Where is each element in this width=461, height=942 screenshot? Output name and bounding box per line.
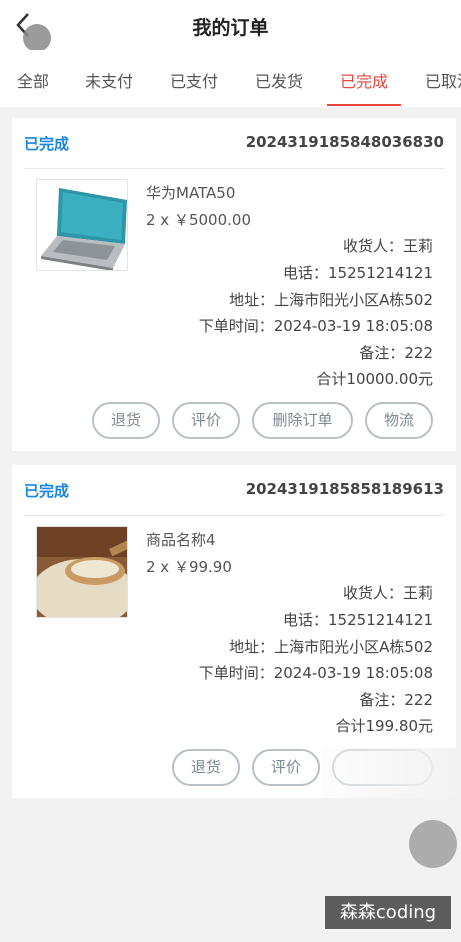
overlay-blur — [322, 748, 461, 808]
order-number: 2024319185858189613 — [245, 480, 444, 498]
rice-image — [37, 527, 127, 617]
receiver-name: 收货人：王莉 — [342, 237, 433, 255]
product-image-rice[interactable] — [36, 526, 128, 618]
review-button[interactable]: 评价 — [172, 402, 240, 439]
order-remark: 备注：222 — [359, 344, 433, 362]
receiver-name: 收货人：王莉 — [342, 584, 433, 602]
receiver-phone: 电话：15251214121 — [283, 611, 433, 629]
divider — [24, 515, 444, 516]
order-status: 已完成 — [24, 482, 70, 500]
review-button[interactable]: 评价 — [252, 749, 320, 786]
tab-all[interactable]: 全部 — [17, 68, 49, 92]
logistics-button[interactable]: 物流 — [365, 402, 433, 439]
header-bar: 我的订单 — [0, 0, 461, 52]
delete-order-button[interactable]: 删除订单 — [252, 402, 353, 439]
product-name: 商品名称4 — [146, 531, 216, 549]
order-status: 已完成 — [24, 135, 70, 153]
page-title: 我的订单 — [192, 17, 269, 39]
order-time: 下单时间：2024-03-19 18:05:08 — [198, 317, 433, 335]
active-tab-indicator — [327, 104, 401, 106]
receiver-address: 地址：上海市阳光小区A栋502 — [229, 638, 433, 656]
tab-completed[interactable]: 已完成 — [340, 68, 388, 92]
receiver-address: 地址：上海市阳光小区A栋502 — [229, 291, 433, 309]
watermark: 森森coding — [325, 896, 451, 929]
product-quantity-price: 2 x ￥5000.00 — [146, 211, 251, 229]
return-button[interactable]: 退货 — [92, 402, 160, 439]
receiver-phone: 电话：15251214121 — [283, 264, 433, 282]
product-name: 华为MATA50 — [146, 184, 236, 202]
order-time: 下单时间：2024-03-19 18:05:08 — [198, 664, 433, 682]
divider — [24, 168, 444, 169]
tab-cancelled[interactable]: 已取消 — [425, 68, 461, 92]
laptop-image — [37, 180, 127, 270]
tab-shipped[interactable]: 已发货 — [255, 68, 303, 92]
product-image-laptop[interactable] — [36, 179, 128, 271]
order-remark: 备注：222 — [359, 691, 433, 709]
tab-paid[interactable]: 已支付 — [170, 68, 218, 92]
order-number: 2024319185848036830 — [245, 133, 444, 151]
order-total: 合计199.80元 — [335, 717, 434, 735]
floating-touch-button[interactable] — [409, 820, 457, 868]
order-card: 已完成 2024319185848036830 华为MATA50 2 x ￥50… — [12, 118, 456, 451]
tab-unpaid[interactable]: 未支付 — [85, 68, 133, 92]
return-button[interactable]: 退货 — [172, 749, 240, 786]
order-total: 合计10000.00元 — [316, 370, 433, 388]
order-status-tabs: 全部 未支付 已支付 已发货 已完成 已取消 — [0, 50, 461, 107]
product-quantity-price: 2 x ￥99.90 — [146, 558, 232, 576]
